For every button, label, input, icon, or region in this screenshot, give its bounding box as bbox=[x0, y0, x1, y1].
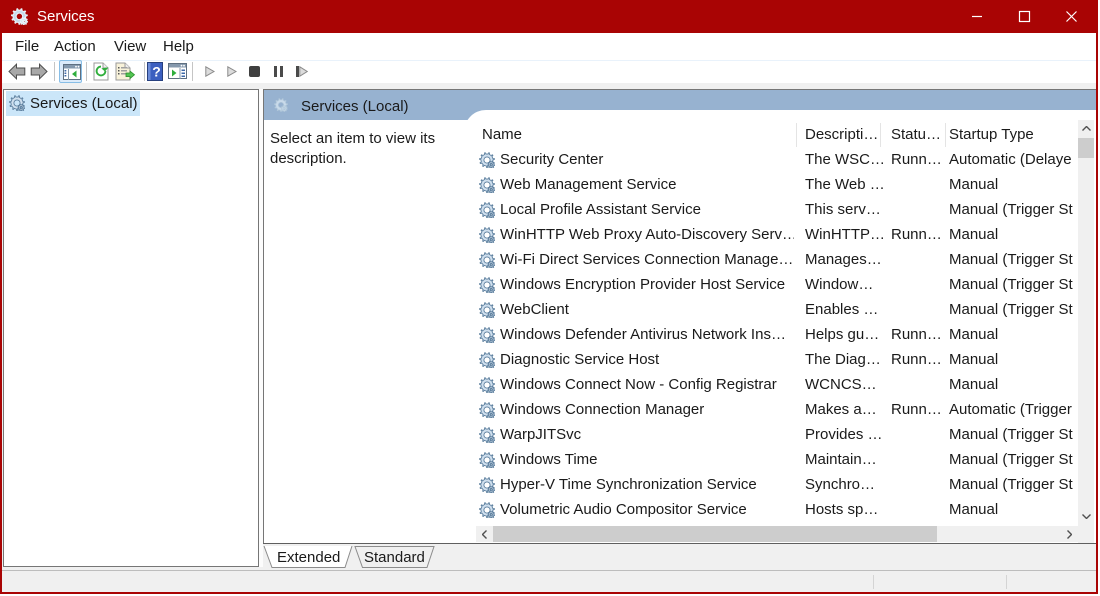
svg-text:?: ? bbox=[152, 64, 161, 80]
